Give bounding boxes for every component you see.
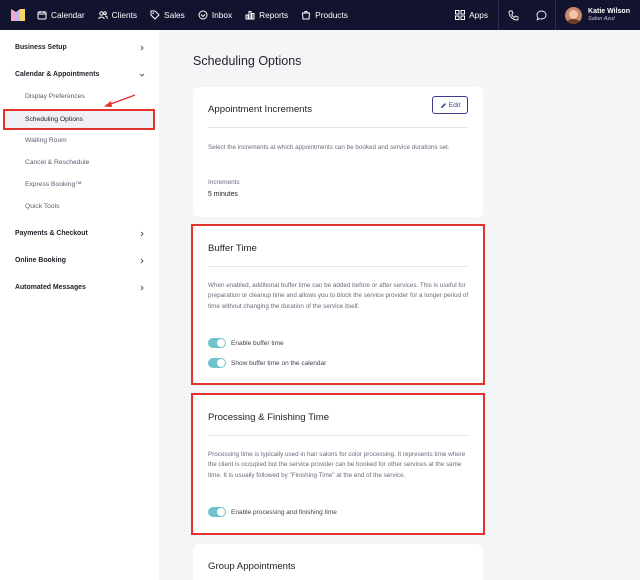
edit-button-label: Edit xyxy=(448,101,461,109)
avatar xyxy=(565,6,583,24)
sidebar-section-payments-checkout[interactable]: Payments & Checkout xyxy=(15,230,145,237)
nav-inbox[interactable]: Inbox xyxy=(198,0,232,30)
chevron-right-icon xyxy=(140,45,144,50)
bag-icon xyxy=(302,10,311,20)
nav-calendar[interactable]: Calendar xyxy=(37,0,85,30)
sidebar-section-label: Payments & Checkout xyxy=(15,230,88,237)
nav-inbox-label: Inbox xyxy=(211,10,233,20)
sidebar-section-calendar-appointments[interactable]: Calendar & Appointments xyxy=(15,71,145,78)
chevron-right-icon xyxy=(140,258,144,263)
nav-sales-label: Sales xyxy=(164,10,185,20)
user-info: Katie Wilson Salon Azul xyxy=(588,8,630,22)
annotation-arrow xyxy=(104,94,136,107)
sidebar-item-display-preferences[interactable]: Display Preferences xyxy=(25,93,85,100)
sidebar-section-label: Automated Messages xyxy=(15,284,86,291)
sidebar-item-quick-tools[interactable]: Quick Tools xyxy=(25,203,59,210)
settings-sidebar: Business Setup Calendar & Appointments D… xyxy=(0,30,159,580)
sidebar-item-label: Scheduling Options xyxy=(25,116,83,123)
highlight-box xyxy=(191,393,485,535)
calendar-icon xyxy=(37,11,47,20)
bar-chart-icon xyxy=(245,11,255,20)
sidebar-section-label: Calendar & Appointments xyxy=(15,71,100,78)
nav-products-label: Products xyxy=(315,10,348,20)
increments-value: 5 minutes xyxy=(208,191,238,198)
chat-bubble-icon xyxy=(535,10,546,21)
pencil-icon xyxy=(440,102,446,108)
card-title: Appointment Increments xyxy=(208,104,312,115)
nav-reports[interactable]: Reports xyxy=(245,0,288,30)
nav-reports-label: Reports xyxy=(259,10,289,20)
apps-label: Apps xyxy=(469,10,489,20)
apps-button[interactable]: Apps xyxy=(447,10,498,20)
sidebar-section-online-booking[interactable]: Online Booking xyxy=(15,257,145,264)
grid-icon xyxy=(455,10,466,20)
group-appointments-card: Group Appointments xyxy=(193,544,483,580)
sidebar-section-business-setup[interactable]: Business Setup xyxy=(15,44,145,51)
sidebar-item-express-booking[interactable]: Express Booking™ xyxy=(25,181,82,188)
nav-right-group: Apps Katie Wilson Salon Azul xyxy=(447,0,640,30)
phone-icon xyxy=(508,10,518,20)
top-navigation-bar: Calendar Clients Sales Inbox Reports Pro… xyxy=(0,0,640,30)
tag-icon xyxy=(150,10,160,20)
sidebar-item-waiting-room[interactable]: Waiting Room xyxy=(25,137,67,144)
nav-products[interactable]: Products xyxy=(301,0,348,30)
nav-calendar-label: Calendar xyxy=(51,10,85,20)
chevron-right-icon xyxy=(140,231,144,236)
sidebar-section-label: Business Setup xyxy=(15,44,67,51)
page-title: Scheduling Options xyxy=(193,54,302,68)
card-title: Group Appointments xyxy=(208,561,296,572)
nav-clients-label: Clients xyxy=(111,10,138,20)
increments-label: Increments xyxy=(208,179,240,186)
phone-button[interactable] xyxy=(499,0,527,30)
sidebar-item-scheduling-options[interactable]: Scheduling Options xyxy=(3,109,155,130)
nav-clients[interactable]: Clients xyxy=(97,0,138,30)
main-content: Scheduling Options Appointment Increment… xyxy=(159,30,640,580)
card-divider xyxy=(208,127,468,128)
user-organization: Salon Azul xyxy=(588,15,615,22)
inbox-icon xyxy=(198,10,208,20)
highlight-box xyxy=(191,224,485,385)
edit-button[interactable]: Edit xyxy=(432,96,468,114)
chevron-down-icon xyxy=(139,73,145,77)
sidebar-section-label: Online Booking xyxy=(15,257,66,264)
chat-button[interactable] xyxy=(527,0,555,30)
brand-logo-icon[interactable] xyxy=(11,9,25,21)
user-name: Katie Wilson xyxy=(588,7,630,15)
card-description: Select the increments at which appointme… xyxy=(208,144,450,151)
sidebar-item-cancel-reschedule[interactable]: Cancel & Reschedule xyxy=(25,159,89,166)
chevron-right-icon xyxy=(140,285,144,290)
user-menu[interactable]: Katie Wilson Salon Azul xyxy=(556,6,640,24)
sidebar-section-automated-messages[interactable]: Automated Messages xyxy=(15,284,145,291)
nav-sales[interactable]: Sales xyxy=(150,0,185,30)
appointment-increments-card: Appointment Increments Edit Select the i… xyxy=(193,87,483,217)
users-icon xyxy=(97,11,108,20)
